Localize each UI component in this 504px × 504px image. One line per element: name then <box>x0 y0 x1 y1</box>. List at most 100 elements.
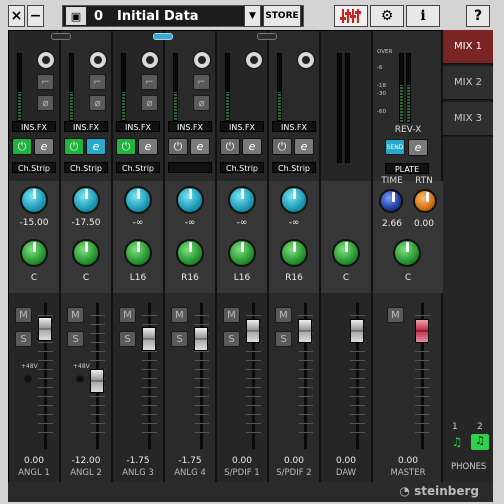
stereo-link-icon[interactable] <box>257 33 277 40</box>
pan-knob[interactable] <box>280 239 308 267</box>
ch-strip-label[interactable]: Ch.Strip <box>116 162 160 173</box>
tab-mix-2[interactable]: MIX 2 <box>443 66 493 100</box>
mute-button[interactable]: M <box>15 307 32 323</box>
ch-strip-label[interactable]: Ch.Strip <box>12 162 56 173</box>
fader-handle[interactable] <box>194 327 208 351</box>
fader-handle[interactable] <box>298 319 312 343</box>
master-pan-knob[interactable] <box>393 239 421 267</box>
pad-button[interactable]: ⌐ <box>89 74 106 90</box>
ins-fx-label[interactable]: INS.FX <box>116 121 160 132</box>
power-icon[interactable]: ⏻ <box>220 138 240 155</box>
headphones-2-icon[interactable]: ♫ <box>471 434 489 450</box>
master-mute-button[interactable]: M <box>387 307 404 323</box>
solo-button[interactable]: S <box>171 331 188 347</box>
fader-handle[interactable] <box>90 369 104 393</box>
solo-button[interactable]: S <box>15 331 32 347</box>
power-icon[interactable]: ⏻ <box>116 138 136 155</box>
settings-button[interactable]: ⚙ <box>370 5 404 27</box>
stereo-link-icon[interactable] <box>51 33 71 40</box>
input-jack-icon[interactable] <box>193 51 211 69</box>
pan-knob[interactable] <box>72 239 100 267</box>
phase-button[interactable]: ⌀ <box>141 95 158 111</box>
headphones-1-icon[interactable]: ♫ <box>449 435 465 449</box>
master-fader-handle[interactable] <box>415 319 429 343</box>
phase-button[interactable]: ⌀ <box>37 95 54 111</box>
reverb-send-button[interactable]: SEND <box>385 139 405 155</box>
send-level-knob[interactable] <box>20 186 48 214</box>
hi-z-icon[interactable] <box>89 51 107 69</box>
ins-fx-label[interactable]: INS.FX <box>168 121 212 132</box>
help-button[interactable]: ? <box>466 5 490 27</box>
phase-button[interactable]: ⌀ <box>89 95 106 111</box>
stereo-link-icon[interactable] <box>153 33 173 40</box>
solo-button[interactable]: S <box>67 331 84 347</box>
pad-button[interactable]: ⌐ <box>193 74 210 90</box>
fader-handle[interactable] <box>350 319 364 343</box>
info-button[interactable]: i <box>406 5 440 27</box>
solo-button[interactable]: S <box>275 331 292 347</box>
reverb-time-knob[interactable] <box>379 189 403 213</box>
mute-button[interactable]: M <box>171 307 188 323</box>
ch-strip-label[interactable]: Ch.Strip <box>64 162 108 173</box>
edit-effect-button[interactable]: e <box>138 138 158 155</box>
send-level-knob[interactable] <box>280 186 308 214</box>
preset-dropdown-button[interactable]: ▼ <box>244 5 261 27</box>
pan-knob[interactable] <box>20 239 48 267</box>
input-jack-icon[interactable] <box>141 51 159 69</box>
tab-mix-3[interactable]: MIX 3 <box>443 102 493 136</box>
store-button[interactable]: STORE <box>263 5 301 27</box>
mixer-view-button[interactable] <box>334 5 368 27</box>
reverb-type-label[interactable]: PLATE <box>385 163 429 174</box>
power-icon[interactable]: ⏻ <box>272 138 292 155</box>
fader-handle[interactable] <box>142 327 156 351</box>
tab-mix-1[interactable]: MIX 1 <box>443 30 493 64</box>
pan-knob[interactable] <box>124 239 152 267</box>
ch-strip-label[interactable]: Ch.Strip <box>220 162 264 173</box>
solo-button[interactable]: S <box>119 331 136 347</box>
fader-tick <box>142 369 157 370</box>
ins-fx-label[interactable]: INS.FX <box>220 121 264 132</box>
mute-button[interactable]: M <box>67 307 84 323</box>
edit-effect-button[interactable]: e <box>190 138 210 155</box>
reverb-return-knob[interactable] <box>413 189 437 213</box>
fader-tick <box>350 423 365 424</box>
ins-fx-label[interactable]: INS.FX <box>12 121 56 132</box>
send-level-knob[interactable] <box>124 186 152 214</box>
phantom-led[interactable] <box>76 375 84 383</box>
ins-fx-label[interactable]: INS.FX <box>64 121 108 132</box>
send-level-knob[interactable] <box>228 186 256 214</box>
edit-effect-button[interactable]: e <box>242 138 262 155</box>
power-icon[interactable]: ⏻ <box>12 138 32 155</box>
send-level-knob[interactable] <box>176 186 204 214</box>
ins-fx-label[interactable]: INS.FX <box>272 121 316 132</box>
solo-button[interactable]: S <box>223 331 240 347</box>
ch-strip-label[interactable]: Ch.Strip <box>272 162 316 173</box>
edit-effect-button[interactable]: e <box>34 138 54 155</box>
hi-z-icon[interactable] <box>37 51 55 69</box>
phase-button[interactable]: ⌀ <box>193 95 210 111</box>
input-jack-icon[interactable] <box>297 51 315 69</box>
fader-handle[interactable] <box>38 317 52 341</box>
pan-knob[interactable] <box>176 239 204 267</box>
input-jack-icon[interactable] <box>245 51 263 69</box>
power-icon[interactable]: ⏻ <box>168 138 188 155</box>
pad-button[interactable]: ⌐ <box>37 74 54 90</box>
close-button[interactable]: × <box>8 5 25 27</box>
pan-knob[interactable] <box>332 239 360 267</box>
fader-handle[interactable] <box>246 319 260 343</box>
mute-button[interactable]: M <box>223 307 240 323</box>
mute-button[interactable]: M <box>275 307 292 323</box>
fader-tick <box>90 315 105 316</box>
edit-effect-button[interactable]: e <box>294 138 314 155</box>
send-level-knob[interactable] <box>72 186 100 214</box>
pan-knob[interactable] <box>228 239 256 267</box>
phantom-led[interactable] <box>24 375 32 383</box>
minimize-button[interactable]: − <box>27 5 44 27</box>
edit-reverb-button[interactable]: e <box>408 139 428 156</box>
fader-tick <box>90 342 105 343</box>
store-label: STORE <box>265 11 299 21</box>
pad-button[interactable]: ⌐ <box>141 74 158 90</box>
mute-button[interactable]: M <box>119 307 136 323</box>
edit-effect-button[interactable]: e <box>86 138 106 155</box>
power-icon[interactable]: ⏻ <box>64 138 84 155</box>
